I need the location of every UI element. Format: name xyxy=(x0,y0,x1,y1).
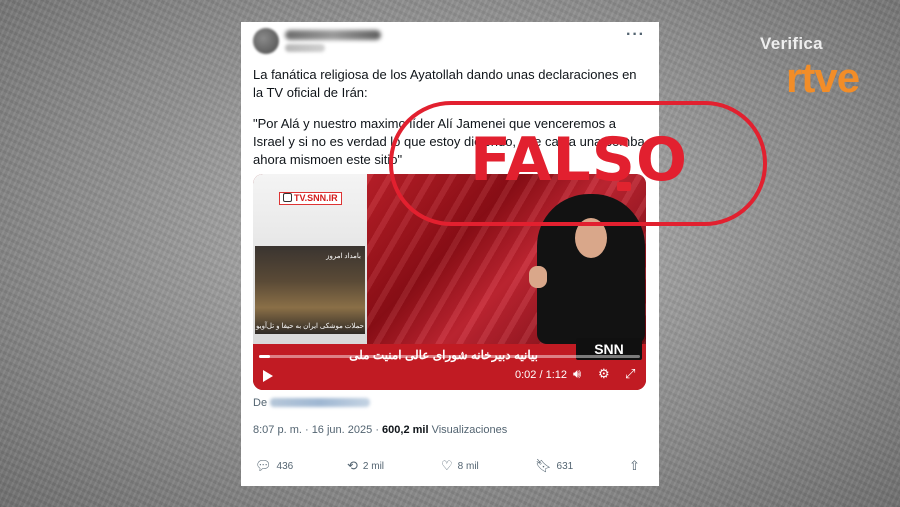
falso-stamp-text: FALSO xyxy=(470,125,688,195)
retweet-button[interactable]: ⟲ 2 mil xyxy=(347,458,384,474)
video-timecode: 0:02 / 1:12 xyxy=(515,369,567,381)
video-side-panel: TV.SNN.IR بامداد امروز حملات موشکی ایران… xyxy=(253,174,367,344)
heart-icon: ♡ xyxy=(441,458,453,473)
settings-gear-icon[interactable]: ⚙︎ xyxy=(598,367,610,381)
from-line[interactable]: De xyxy=(253,397,371,409)
from-source-blurred[interactable] xyxy=(270,398,371,407)
video-progress-bar[interactable] xyxy=(259,355,640,358)
video-progress-fill xyxy=(259,355,271,358)
reply-button[interactable]: 💬︎ 436 xyxy=(255,458,293,474)
views-count: 600,2 mil xyxy=(382,424,429,436)
tweet-timestamp[interactable]: 8:07 p. m. · 16 jun. 2025 xyxy=(253,424,372,436)
reply-icon: 💬︎ xyxy=(255,458,272,473)
bookmark-button[interactable]: 🔖︎ 631 xyxy=(535,458,573,474)
bookmark-icon: 🔖︎ xyxy=(535,458,552,473)
views-label: Visualizaciones xyxy=(431,424,508,436)
video-inset-image: بامداد امروز حملات موشکی ایران به حیفا و… xyxy=(255,246,365,334)
reply-count: 436 xyxy=(276,461,294,472)
play-icon[interactable] xyxy=(263,370,273,382)
fullscreen-icon[interactable]: ⤢ xyxy=(625,367,635,381)
author-name-blurred[interactable] xyxy=(285,30,381,40)
tweet-actions: 💬︎ 436 ⟲ 2 mil ♡ 8 mil 🔖︎ 631 ⇧ xyxy=(253,456,649,476)
share-icon: ⇧ xyxy=(629,458,640,473)
tweet-meta: 8:07 p. m. · 16 jun. 2025 · 600,2 mil Vi… xyxy=(253,424,508,436)
retweet-count: 2 mil xyxy=(362,461,385,472)
bookmark-count: 631 xyxy=(556,461,574,472)
retweet-icon: ⟲ xyxy=(347,458,358,473)
news-ticker: بیانیه دبیرخانه شورای عالی امنیت ملی SNN xyxy=(253,338,646,390)
video-watermark: TV.SNN.IR xyxy=(279,192,342,205)
brand-rtve: rtve xyxy=(786,54,860,101)
more-horizontal-icon[interactable]: ··· xyxy=(626,26,645,44)
inset-tag: بامداد امروز xyxy=(326,253,361,260)
brand-verifica: Verifica xyxy=(760,34,823,53)
from-label: De xyxy=(253,397,268,409)
inset-caption: حملات موشکی ایران به حیفا و تل‌آویو xyxy=(256,323,364,330)
like-count: 8 mil xyxy=(457,461,479,472)
like-button[interactable]: ♡ 8 mil xyxy=(441,458,479,474)
instagram-icon xyxy=(283,193,292,202)
volume-icon[interactable]: 🔊︎ xyxy=(573,367,581,381)
tweet-paragraph-1: La fanática religiosa de los Ayatollah d… xyxy=(253,67,637,100)
avatar[interactable] xyxy=(253,28,279,54)
share-button[interactable]: ⇧ xyxy=(629,458,645,474)
tweet-card: ··· La fanática religiosa de los Ayatoll… xyxy=(241,22,659,486)
author-handle-blurred xyxy=(285,44,325,52)
